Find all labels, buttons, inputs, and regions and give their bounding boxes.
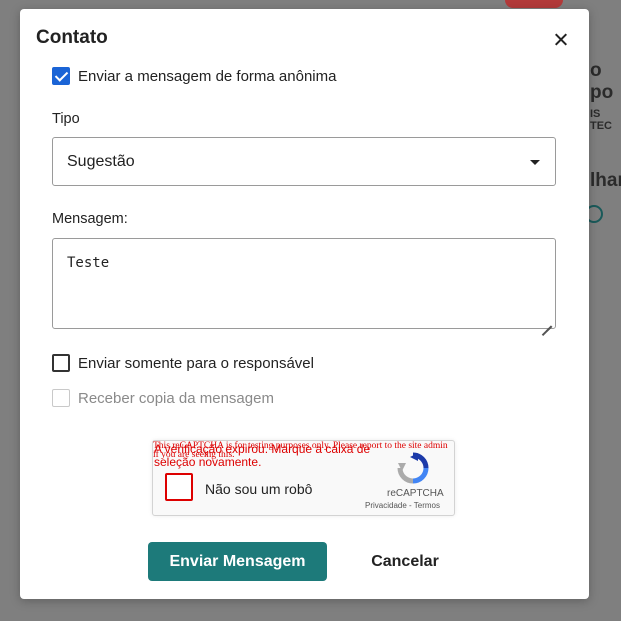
anonymous-checkbox-label: Enviar a mensagem de forma anônima [78, 67, 337, 85]
modal-title: Contato [36, 27, 108, 48]
message-textarea[interactable]: Teste [52, 238, 556, 329]
chevron-down-icon [530, 160, 540, 165]
copy-label: Receber copia da mensagem [78, 389, 274, 407]
only-responsible-checkbox[interactable] [52, 354, 70, 372]
background-badge [505, 0, 563, 8]
only-responsible-label: Enviar somente para o responsável [78, 354, 314, 372]
recaptcha-widget: This reCAPTCHA is for testing purposes o… [152, 440, 455, 516]
recaptcha-expired-error: A verificação expirou. Marque a caixa de… [154, 442, 371, 469]
copy-checkbox-row: Receber copia da mensagem [52, 389, 274, 407]
recaptcha-label: Não sou um robô [205, 481, 313, 497]
recaptcha-links[interactable]: Privacidade - Termos [365, 501, 440, 510]
send-message-button[interactable]: Enviar Mensagem [148, 542, 327, 581]
background-text: IS TEC [590, 108, 612, 132]
only-responsible-checkbox-row[interactable]: Enviar somente para o responsável [52, 354, 314, 372]
type-select[interactable]: Sugestão [52, 137, 556, 186]
type-label: Tipo [52, 111, 80, 127]
contact-modal: Contato Enviar a mensagem de forma anôni… [20, 9, 589, 599]
resize-handle-icon[interactable] [541, 315, 553, 327]
anonymous-checkbox[interactable] [52, 67, 70, 85]
message-label: Mensagem: [52, 211, 128, 227]
recaptcha-logo-icon [397, 452, 429, 484]
copy-checkbox [52, 389, 70, 407]
recaptcha-checkbox[interactable] [165, 473, 193, 501]
background-text: lhar [590, 170, 621, 191]
type-select-value: Sugestão [67, 153, 135, 170]
recaptcha-brand: reCAPTCHA [387, 488, 444, 499]
anonymous-checkbox-row[interactable]: Enviar a mensagem de forma anônima [52, 67, 336, 85]
cancel-button[interactable]: Cancelar [360, 549, 450, 575]
background-text: o po [590, 60, 614, 103]
close-icon[interactable] [552, 31, 570, 49]
